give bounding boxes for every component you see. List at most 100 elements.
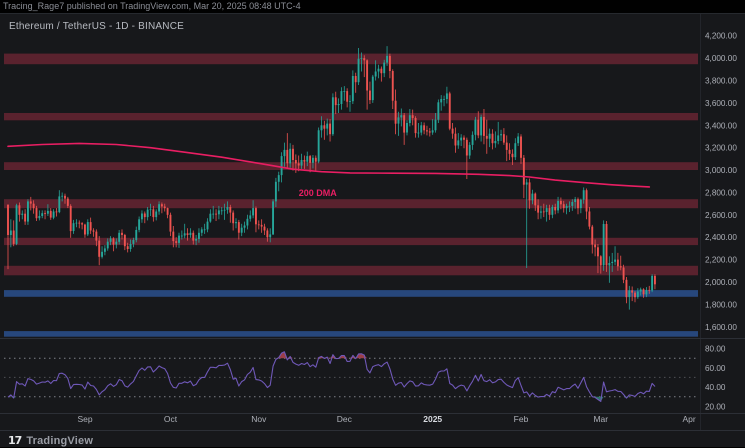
tradingview-logo-icon[interactable]: 17 bbox=[8, 434, 21, 447]
candle-body bbox=[21, 214, 23, 215]
candle-body bbox=[500, 134, 502, 135]
time-tick-label: Feb bbox=[514, 414, 529, 424]
candle-body bbox=[295, 160, 297, 163]
candle-body bbox=[577, 199, 579, 208]
candle-body bbox=[472, 135, 474, 145]
candle-body bbox=[107, 242, 109, 249]
candle-body bbox=[628, 290, 630, 297]
candle-body bbox=[600, 256, 602, 265]
candle-body bbox=[383, 63, 385, 74]
attribution-bar: Tracing_Rage7 published on TradingView.c… bbox=[0, 0, 745, 13]
candle-body bbox=[349, 101, 351, 102]
candle-body bbox=[329, 124, 331, 135]
candle-body bbox=[449, 93, 451, 128]
candle-body bbox=[132, 240, 134, 244]
candle-body bbox=[155, 212, 157, 218]
price-axis[interactable]: 4,200.004,000.003,800.003,600.003,400.00… bbox=[705, 32, 737, 332]
candle-body bbox=[289, 149, 291, 164]
candle-body bbox=[113, 238, 115, 244]
candle-body bbox=[127, 246, 129, 249]
candle-body bbox=[24, 214, 26, 222]
candle-body bbox=[537, 205, 539, 212]
candle-body bbox=[486, 136, 488, 139]
candle-body bbox=[115, 242, 117, 245]
time-tick-label: Sep bbox=[77, 414, 92, 424]
candle-body bbox=[281, 156, 283, 175]
candle-body bbox=[323, 125, 325, 128]
candle-body bbox=[400, 115, 402, 117]
sr-band-resistance bbox=[4, 113, 698, 120]
price-tick-label: 4,200.00 bbox=[705, 32, 737, 41]
candle-body bbox=[634, 293, 636, 298]
candle-body bbox=[606, 224, 608, 265]
candle-body bbox=[218, 210, 220, 214]
time-tick-label: Apr bbox=[682, 414, 695, 424]
candle-body bbox=[631, 290, 633, 292]
tradingview-brand[interactable]: TradingView bbox=[26, 435, 93, 447]
time-axis[interactable]: SepOctNovDec2025FebMarApr bbox=[77, 414, 695, 424]
candle-body bbox=[167, 208, 169, 215]
candle-body bbox=[338, 104, 340, 105]
candle-body bbox=[204, 229, 206, 230]
chart-canvas[interactable]: 200 DMA4,200.004,000.003,800.003,600.003… bbox=[0, 14, 745, 448]
candle-body bbox=[192, 233, 194, 241]
candle-body bbox=[241, 228, 243, 233]
candle-body bbox=[101, 252, 103, 257]
candle-body bbox=[623, 268, 625, 280]
candle-body bbox=[608, 263, 610, 265]
candle-body bbox=[534, 194, 536, 206]
candle-body bbox=[90, 222, 92, 230]
candle-body bbox=[187, 233, 189, 235]
candle-body bbox=[614, 260, 616, 262]
candle-body bbox=[309, 156, 311, 163]
price-tick-label: 1,600.00 bbox=[705, 323, 737, 332]
candle-body bbox=[588, 212, 590, 227]
candle-body bbox=[321, 125, 323, 130]
time-tick-label: Nov bbox=[251, 414, 267, 424]
candle-body bbox=[209, 214, 211, 222]
candle-body bbox=[654, 276, 656, 284]
candle-body bbox=[543, 212, 545, 213]
candle-body bbox=[184, 233, 186, 235]
rsi-axis[interactable]: 80.0060.0040.0020.00 bbox=[705, 345, 726, 412]
candle-body bbox=[620, 266, 622, 267]
candle-body bbox=[152, 209, 154, 217]
sr-band-support bbox=[4, 331, 698, 337]
candle-body bbox=[571, 202, 573, 206]
candle-body bbox=[278, 175, 280, 182]
dma-label: 200 DMA bbox=[299, 188, 338, 198]
candle-body bbox=[363, 58, 365, 60]
candle-body bbox=[455, 134, 457, 146]
candle-body bbox=[531, 194, 533, 201]
candle-body bbox=[403, 115, 405, 132]
candle-body bbox=[227, 207, 229, 210]
price-tick-label: 3,800.00 bbox=[705, 77, 737, 86]
candle-body bbox=[355, 76, 357, 82]
rsi-tick-label: 20.00 bbox=[705, 402, 726, 411]
candle-body bbox=[144, 214, 146, 218]
candle-body bbox=[406, 123, 408, 133]
price-tick-label: 2,200.00 bbox=[705, 256, 737, 265]
candle-body bbox=[551, 207, 553, 215]
candle-body bbox=[41, 213, 43, 216]
sr-band-resistance bbox=[4, 54, 698, 65]
candle-body bbox=[398, 117, 400, 123]
candle-body bbox=[648, 290, 650, 291]
candle-body bbox=[637, 292, 639, 298]
rsi-overbought-fill bbox=[8, 352, 655, 358]
time-tick-label: 2025 bbox=[423, 414, 442, 424]
candle-body bbox=[178, 236, 180, 243]
candle-body bbox=[494, 141, 496, 143]
candle-body bbox=[557, 201, 559, 211]
candle-body bbox=[161, 204, 163, 206]
price-tick-label: 3,600.00 bbox=[705, 99, 737, 108]
candle-body bbox=[275, 182, 277, 202]
candle-body bbox=[386, 56, 388, 63]
candle-body bbox=[53, 212, 55, 218]
candle-body bbox=[583, 190, 585, 200]
price-tick-label: 2,400.00 bbox=[705, 233, 737, 242]
candle-body bbox=[138, 219, 140, 230]
candle-body bbox=[517, 137, 519, 144]
candle-body bbox=[30, 201, 32, 203]
price-tick-label: 3,400.00 bbox=[705, 121, 737, 130]
